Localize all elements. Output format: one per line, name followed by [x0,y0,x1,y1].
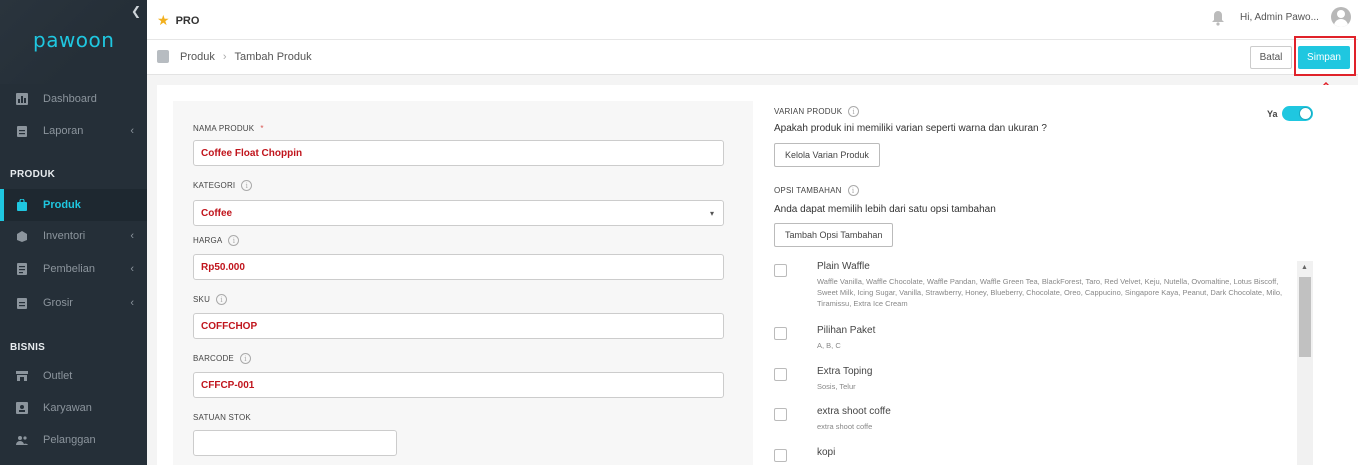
sidebar-item-pembelian[interactable]: Pembelian ‹ [0,254,147,284]
sidebar-item-label: Pelanggan [43,434,96,446]
price-label: HARGA i [193,235,240,246]
highlight-box [1294,36,1356,76]
chevron-right-icon: › [222,51,227,63]
addon-name: Plain Waffle [817,261,870,272]
breadcrumb-produk[interactable]: Produk [180,51,215,63]
sidebar-item-label: Pembelian [43,263,95,275]
document-icon [17,263,27,275]
variant-toggle-label: Ya [1267,109,1278,119]
price-input[interactable]: Rp50.000 [193,254,724,280]
sidebar-item-laporan[interactable]: Laporan ‹ [0,116,147,146]
chevron-left-icon: ‹ [130,263,134,275]
required-mark: * [260,124,264,133]
plan-badge: ★ PRO [157,12,199,29]
manage-variant-button[interactable]: Kelola Varian Produk [774,143,880,167]
addon-name: extra shoot coffe [817,406,891,417]
chevron-left-icon: ‹ [130,230,134,242]
bag-icon [157,50,169,63]
bell-icon[interactable] [1211,10,1225,26]
stock-unit-input[interactable] [193,430,397,456]
addon-checkbox[interactable] [774,408,787,421]
info-icon[interactable]: i [216,294,228,305]
sidebar-item-label: Grosir [43,297,73,309]
info-icon[interactable]: i [241,180,253,191]
add-addon-button[interactable]: Tambah Opsi Tambahan [774,223,894,247]
sidebar: pawoon ❮ Dashboard Laporan ‹ PRODUK Prod… [0,0,147,465]
addon-checkbox[interactable] [774,449,787,462]
variant-label: VARIAN PRODUK i [774,106,860,117]
addon-name: kopi [817,447,836,458]
chevron-left-icon: ‹ [130,125,134,137]
name-label: NAMA PRODUK * [193,124,264,133]
star-icon: ★ [157,12,170,28]
sidebar-item-dashboard[interactable]: Dashboard [0,84,147,114]
brand-logo[interactable]: pawoon [33,28,114,52]
addon-hint: Anda dapat memilih lebih dari satu opsi … [774,204,996,215]
sidebar-item-label: Inventori [43,230,86,242]
clipboard-icon [17,298,27,309]
info-icon[interactable]: i [847,185,859,196]
collapse-sidebar-icon[interactable]: ❮ [131,4,141,18]
category-select[interactable]: Coffee ▾ [193,200,724,226]
chevron-left-icon: ‹ [130,297,134,309]
plan-label: PRO [175,14,200,27]
info-icon[interactable]: i [848,106,860,117]
category-label: KATEGORI i [193,180,253,191]
top-bar: ★ PRO Hi, Admin Pawo... [147,0,1358,40]
addon-name: Pilihan Paket [817,325,876,336]
addon-checkbox[interactable] [774,327,787,340]
people-icon [16,436,28,445]
addon-detail: Sosis, Telur [817,382,856,391]
sidebar-item-label: Dashboard [43,93,97,105]
variant-question: Apakah produk ini memiliki varian sepert… [774,123,1047,134]
section-heading-bisnis: BISNIS [10,342,46,353]
addon-label: OPSI TAMBAHAN i [774,185,859,196]
breadcrumb: Produk › Tambah Produk [180,51,312,63]
addon-detail: Waffle Vanilla, Waffle Chocolate, Waffle… [817,277,1283,308]
sidebar-item-karyawan[interactable]: Karyawan [0,393,147,423]
bag-icon [17,199,27,211]
user-greeting[interactable]: Hi, Admin Pawo... [1240,12,1319,23]
info-icon[interactable]: i [228,235,240,246]
sidebar-item-grosir[interactable]: Grosir ‹ [0,288,147,318]
variant-toggle[interactable] [1282,106,1313,121]
barcode-label: BARCODE i [193,353,251,364]
bar-chart-icon [16,93,28,105]
breadcrumb-tambah-produk: Tambah Produk [234,51,312,63]
sidebar-item-label: Produk [43,199,81,211]
addon-checkbox[interactable] [774,264,787,277]
barcode-input[interactable]: CFFCP-001 [193,372,724,398]
sku-input[interactable]: COFFCHOP [193,313,724,339]
avatar[interactable] [1331,7,1351,27]
sidebar-item-label: Laporan [43,125,84,137]
section-heading-produk: PRODUK [10,169,56,180]
sidebar-item-outlet[interactable]: Outlet [0,361,147,391]
addon-detail: A, B, C [817,341,841,350]
addon-detail: extra shoot coffe [817,422,873,431]
clipboard-icon [17,126,27,137]
addon-list-scrollbar[interactable]: ▲ [1297,261,1313,465]
sidebar-item-pelanggan[interactable]: Pelanggan [0,425,147,455]
sku-label: SKU i [193,294,228,305]
breadcrumb-bar: Produk › Tambah Produk Batal Simpan [147,40,1358,75]
scrollbar-thumb[interactable] [1299,277,1311,357]
store-icon [16,371,28,381]
id-card-icon [16,402,28,414]
chevron-down-icon: ▾ [709,208,714,218]
sidebar-item-label: Karyawan [43,402,92,414]
addon-name: Extra Toping [817,366,873,377]
info-icon[interactable]: i [239,353,251,364]
product-name-input[interactable]: Coffee Float Choppin [193,140,724,166]
scroll-up-icon[interactable]: ▲ [1301,264,1308,271]
stock-unit-label: SATUAN STOK [193,413,251,422]
sidebar-item-produk[interactable]: Produk [0,189,147,221]
cancel-button[interactable]: Batal [1250,46,1292,69]
box-icon [17,231,27,242]
sidebar-item-inventori[interactable]: Inventori ‹ [0,221,147,251]
brand-area: pawoon ❮ [0,0,147,84]
addon-checkbox[interactable] [774,368,787,381]
sidebar-item-label: Outlet [43,370,73,382]
